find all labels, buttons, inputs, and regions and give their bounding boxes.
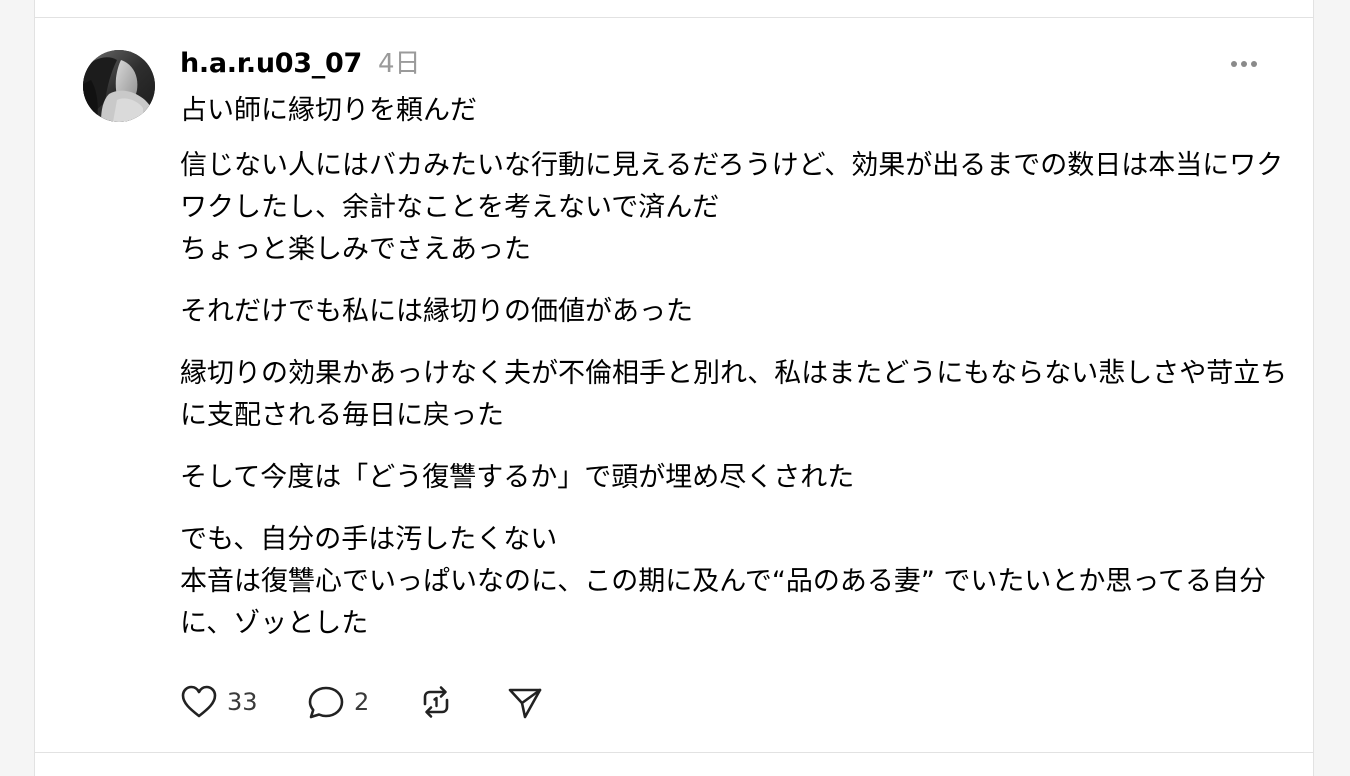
page: h.a.r.u03_07 4日 占い師に縁切りを頼んだ 信じない人にはバカみたい… <box>0 0 1350 776</box>
user-avatar-photo <box>83 50 155 122</box>
post-paragraph: 縁切りの効果かあっけなく夫が不倫相手と別れ、私はまたどうにもならない悲しさや苛立… <box>180 358 1288 431</box>
author-username[interactable]: h.a.r.u03_07 <box>180 48 362 79</box>
divider-top <box>35 17 1313 18</box>
divider-bottom <box>35 752 1313 753</box>
like-count: 33 <box>227 688 258 716</box>
share-button[interactable] <box>506 684 544 720</box>
like-button[interactable]: 33 <box>180 684 307 720</box>
post-paragraph: 信じない人にはバカみたいな行動に見えるだろうけど、効果が出るまでの数日は本当にワ… <box>180 150 1284 265</box>
post-paragraph: でも、自分の手は汚したくない 本音は復讐心でいっぱいなのに、この期に及んで“品の… <box>180 524 1267 639</box>
avatar[interactable] <box>83 50 155 122</box>
post-paragraph: それだけでも私には縁切りの価値があった <box>180 296 693 327</box>
post-card: h.a.r.u03_07 4日 占い師に縁切りを頼んだ 信じない人にはバカみたい… <box>34 0 1314 776</box>
more-dots-icon <box>1231 61 1257 67</box>
heart-icon <box>181 685 217 718</box>
post-timestamp[interactable]: 4日 <box>378 43 421 80</box>
comment-bubble-icon <box>308 686 344 719</box>
post-paragraph: そして今度は「どう復讐するか」で頭が埋め尽くされた <box>180 462 855 493</box>
post-header: h.a.r.u03_07 4日 <box>180 43 421 80</box>
post-paragraph: 占い師に縁切りを頼んだ <box>180 95 477 126</box>
action-bar: 33 2 <box>180 681 544 723</box>
repost-icon <box>423 686 449 718</box>
repost-button[interactable] <box>417 684 506 720</box>
send-icon <box>508 688 542 719</box>
post-body: 占い師に縁切りを頼んだ 信じない人にはバカみたいな行動に見えるだろうけど、効果が… <box>180 90 1290 665</box>
more-button[interactable] <box>1224 51 1264 77</box>
reply-count: 2 <box>354 688 370 716</box>
reply-button[interactable]: 2 <box>307 684 417 720</box>
